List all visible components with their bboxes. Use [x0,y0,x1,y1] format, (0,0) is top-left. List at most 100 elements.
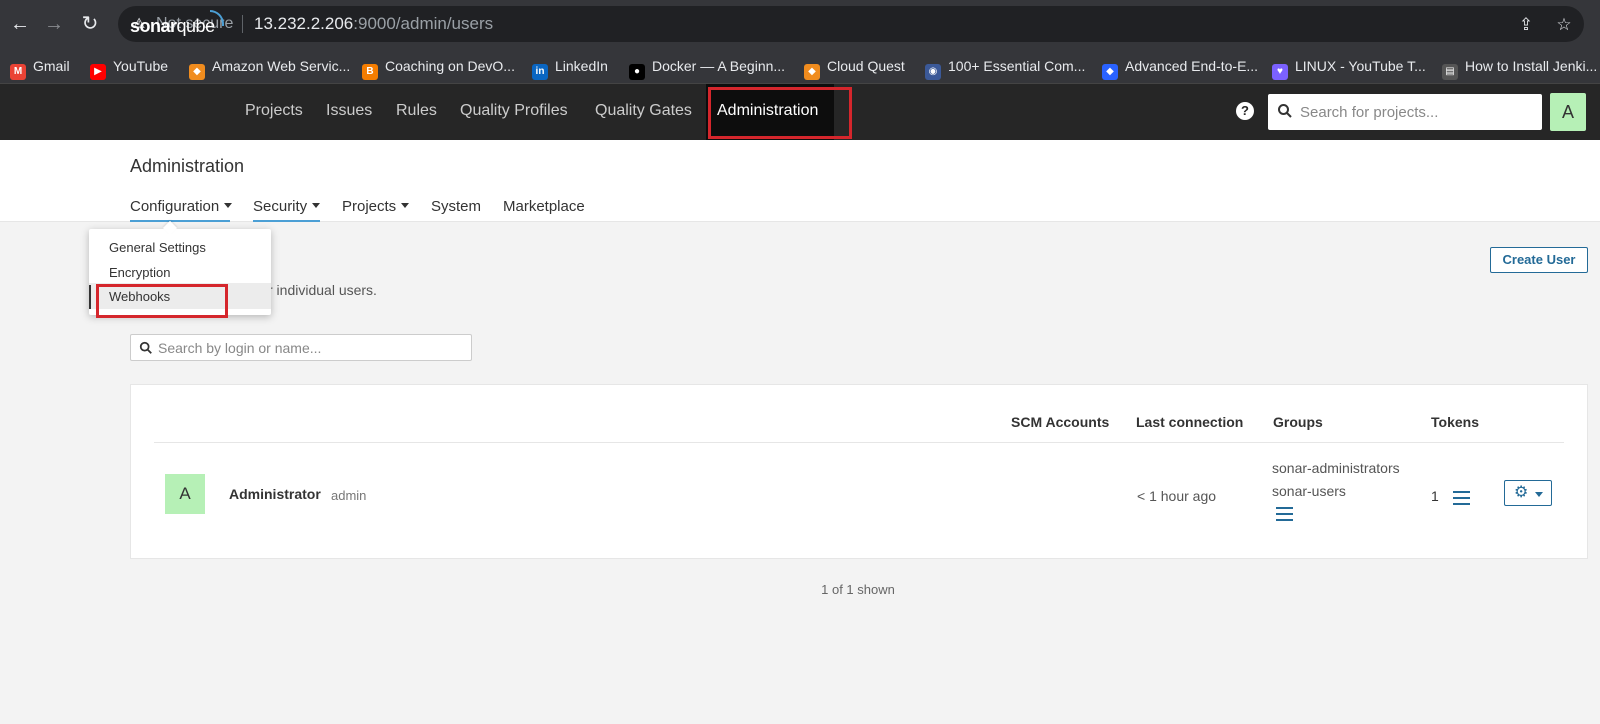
column-header-last-connection: Last connection [1136,414,1244,430]
bookmark-label: Amazon Web Servic... [212,58,351,74]
help-icon[interactable]: ? [1236,102,1254,120]
tab-system[interactable]: System [431,198,481,215]
bookmark-label: Docker — A Beginn... [652,58,786,74]
last-connection: < 1 hour ago [1137,488,1217,504]
tokens-list-icon[interactable] [1453,491,1470,505]
nav-quality-profiles[interactable]: Quality Profiles [460,102,568,120]
tab-projects-label: Projects [342,198,397,215]
gear-icon: ⚙ [1514,484,1529,501]
back-arrow-icon[interactable]: ← [6,10,34,38]
tab-configuration-label: Configuration [130,198,220,215]
page-title: Administration [130,156,245,176]
bookmark-item[interactable]: in LinkedIn [532,54,608,80]
tab-projects[interactable]: Projects [342,198,410,215]
menu-item-general-settings[interactable]: General Settings [109,240,206,255]
heart-icon: ♥ [1272,64,1288,80]
bookmark-item[interactable]: B Coaching on DevO... [362,54,515,80]
tab-security-underline [253,220,320,222]
aws-icon: ◆ [804,64,820,80]
column-header-scm-accounts: SCM Accounts [1011,414,1110,430]
bookmark-item[interactable]: ◆ Advanced End-to-E... [1102,54,1259,80]
highlight-box-webhooks [96,284,228,318]
tab-security[interactable]: Security [253,198,321,215]
url-host: 13.232.2.206 [254,14,354,33]
results-count: 1 of 1 shown [821,582,895,597]
bookmark-label: Gmail [33,58,70,74]
caret-down-icon [1535,492,1543,497]
edit-groups-list-icon[interactable] [1276,507,1293,521]
header-divider [154,442,1564,443]
blogger-icon: B [362,64,378,80]
column-header-groups: Groups [1273,414,1323,430]
sonarqube-logo[interactable]: sonarqube [130,16,215,37]
search-icon [1278,104,1292,118]
nav-rules[interactable]: Rules [396,102,437,120]
users-table: SCM Accounts Last connection Groups Toke… [130,384,1588,559]
search-users-input[interactable] [158,338,463,358]
bookmark-item[interactable]: M Gmail [10,54,70,80]
tab-security-label: Security [253,198,308,215]
linkedin-icon: in [532,64,548,80]
youtube-icon: ▶ [90,64,106,80]
search-projects-input[interactable] [1300,100,1534,124]
bookmark-label: How to Install Jenki... [1465,58,1598,74]
bookmark-item[interactable]: ♥ LINUX - YouTube T... [1272,54,1426,80]
medium-icon: ● [629,64,645,80]
gmail-icon: M [10,64,26,80]
bookmark-label: Advanced End-to-E... [1125,58,1259,74]
caret-down-icon [224,203,233,208]
project-search-box [1268,94,1542,130]
bookmark-item[interactable]: ◉ 100+ Essential Com... [925,54,1086,80]
tab-configuration-underline [130,220,230,222]
bookmark-item[interactable]: ● Docker — A Beginn... [629,54,786,80]
bookmark-label: Cloud Quest [827,58,905,74]
user-login: admin [331,488,367,503]
group-item: sonar-users [1272,483,1346,499]
bookmark-label: 100+ Essential Com... [948,58,1086,74]
tab-marketplace[interactable]: Marketplace [503,198,585,215]
logo-bold-text: sonar [130,16,177,36]
bookmark-label: LINUX - YouTube T... [1295,58,1426,74]
nav-quality-gates[interactable]: Quality Gates [595,102,692,120]
share-icon[interactable]: ⇪ [1515,14,1537,36]
create-user-button[interactable]: Create User [1490,247,1588,273]
bookmark-item[interactable]: ▤ How to Install Jenki... [1442,54,1598,80]
user-avatar[interactable]: A [1550,93,1586,131]
nav-projects[interactable]: Projects [245,102,303,120]
user-name: Administrator [229,486,321,502]
bookmarks-bar: M Gmail ▶ YouTube ◆ Amazon Web Servic... B Coac… [0,48,1600,84]
bookmark-label: Coaching on DevO... [385,58,515,74]
url-text[interactable]: 13.232.2.206:9000/admin/users [254,14,493,34]
bookmark-label: LinkedIn [555,58,608,74]
tab-configuration[interactable]: Configuration [130,198,233,215]
logo-light-text: qube [176,16,216,36]
aws-icon: ◆ [189,64,205,80]
bookmark-label: YouTube [113,58,169,74]
bookmark-item[interactable]: ◆ Amazon Web Servic... [189,54,351,80]
avatar: A [165,474,205,514]
forward-arrow-icon[interactable]: → [40,10,68,38]
star-icon[interactable]: ☆ [1553,14,1575,36]
token-count: 1 [1431,488,1439,504]
bookmark-item[interactable]: ▶ YouTube [90,54,169,80]
caret-down-icon [312,203,321,208]
menu-item-encryption[interactable]: Encryption [109,265,170,280]
user-search-box [130,334,472,361]
nav-issues[interactable]: Issues [326,102,372,120]
address-bar[interactable]: ⚠ Not secure 13.232.2.206:9000/admin/use… [118,6,1584,42]
column-header-tokens: Tokens [1431,414,1479,430]
url-path: :9000/admin/users [353,14,494,33]
page-icon: ▤ [1442,64,1458,80]
dropdown-cursor-bar [89,285,91,309]
reload-icon[interactable]: ↻ [76,10,104,38]
search-icon [139,341,152,354]
diamond-icon: ◆ [1102,64,1118,80]
admin-header: Administration Configuration Security Pr… [0,140,1600,222]
bookmark-item[interactable]: ◆ Cloud Quest [804,54,905,80]
browser-toolbar: ← → ↻ ⚠ Not secure 13.232.2.206:9000/adm… [0,0,1600,48]
globe-icon: ◉ [925,64,941,80]
user-actions-button[interactable]: ⚙ [1504,480,1552,506]
page-description: r individual users. [268,282,377,298]
divider [242,15,243,33]
highlight-box-administration [708,87,852,139]
